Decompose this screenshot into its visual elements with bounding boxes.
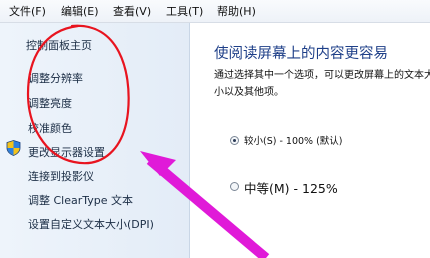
sidebar: 控制面板主页 调整分辨率 调整亮度 校准颜色 更改显示器设置 连接到投影仪 调整…	[0, 23, 190, 258]
sidebar-link-control-panel-home[interactable]: 控制面板主页	[26, 37, 92, 53]
option-smaller-label[interactable]: 较小(S) - 100% (默认)	[244, 133, 343, 147]
sidebar-link-calibrate-color[interactable]: 校准颜色	[28, 120, 72, 136]
menu-tools[interactable]: 工具(T)	[166, 3, 203, 19]
menu-view[interactable]: 查看(V)	[113, 3, 151, 19]
radio-medium[interactable]	[230, 182, 239, 191]
option-medium-label[interactable]: 中等(M) - 125%	[244, 178, 338, 197]
menu-bar: 文件(F) 编辑(E) 查看(V) 工具(T) 帮助(H)	[0, 0, 430, 23]
sidebar-link-adjust-cleartype[interactable]: 调整 ClearType 文本	[28, 192, 133, 208]
uac-shield-icon	[6, 140, 21, 156]
radio-smaller[interactable]	[230, 136, 239, 145]
page-description: 通过选择其中一个选项，可以更改屏幕上的文本大小以及其他项。	[214, 70, 430, 98]
page-heading: 使阅读屏幕上的内容更容易	[214, 46, 388, 62]
sidebar-link-adjust-resolution[interactable]: 调整分辨率	[28, 70, 83, 86]
main-content: 使阅读屏幕上的内容更容易 通过选择其中一个选项，可以更改屏幕上的文本大小以及其他…	[190, 23, 430, 258]
sidebar-link-change-display-settings[interactable]: 更改显示器设置	[28, 144, 105, 160]
menu-edit[interactable]: 编辑(E)	[61, 3, 99, 19]
sidebar-link-adjust-brightness[interactable]: 调整亮度	[28, 95, 72, 111]
sidebar-link-custom-dpi[interactable]: 设置自定义文本大小(DPI)	[28, 216, 154, 232]
menu-help[interactable]: 帮助(H)	[217, 3, 256, 19]
sidebar-link-connect-projector[interactable]: 连接到投影仪	[28, 168, 94, 184]
menu-file[interactable]: 文件(F)	[9, 3, 46, 19]
